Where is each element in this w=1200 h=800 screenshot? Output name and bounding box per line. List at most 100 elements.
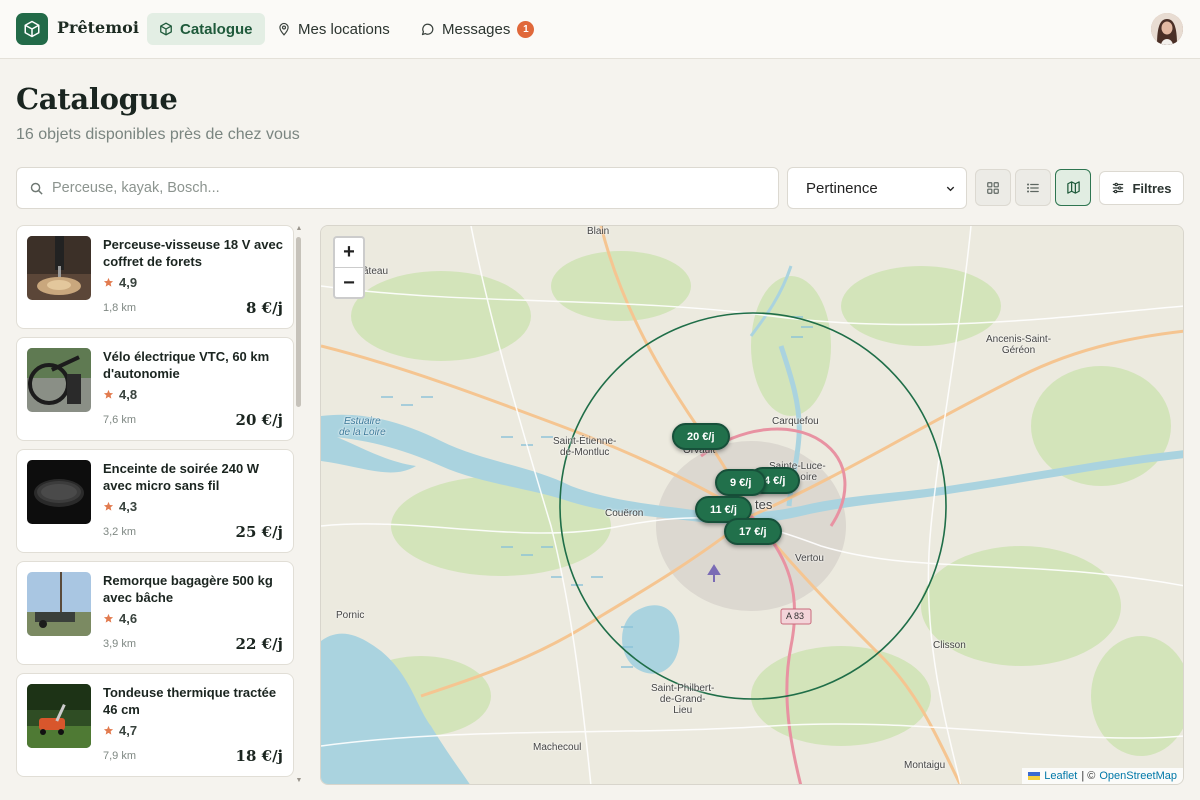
map-pin-icon <box>279 22 289 36</box>
item-rating-value: 4,9 <box>119 275 138 290</box>
nav-my-rentals[interactable]: Mes locations <box>265 13 402 45</box>
star-icon <box>103 389 114 399</box>
map-attribution: Leaflet | © OpenStreetMap <box>1022 768 1183 784</box>
star-icon <box>103 725 114 735</box>
zoom-out-button[interactable]: − <box>335 268 363 298</box>
place-label: Ancenis-Saint- Géréon <box>986 334 1052 356</box>
price-map-marker[interactable]: 17 €/j <box>724 518 782 545</box>
messages-count-badge: 1 <box>517 20 535 38</box>
zoom-in-button[interactable]: + <box>335 238 363 268</box>
item-title[interactable]: Enceinte de soirée 240 W avec micro sans… <box>103 461 283 494</box>
map-view-button[interactable] <box>1055 169 1091 206</box>
item-price: 20 €/j <box>235 411 283 429</box>
brand-name[interactable]: Prêtemoi <box>57 18 139 37</box>
item-distance: 1,8 km <box>103 302 137 314</box>
item-thumbnail <box>27 348 91 412</box>
openstreetmap-link[interactable]: OpenStreetMap <box>1099 770 1177 782</box>
item-price: 22 €/j <box>235 635 283 653</box>
leaflet-link[interactable]: Leaflet <box>1044 770 1077 782</box>
sliders-icon <box>1113 182 1124 194</box>
list-item[interactable]: Perceuse-visseuse 18 V avec coffret de f… <box>16 225 294 329</box>
place-label: Montaigu <box>904 760 946 771</box>
place-label: Clisson <box>933 640 966 651</box>
scroll-down-arrow-icon[interactable]: ▼ <box>295 777 303 785</box>
item-title[interactable]: Perceuse-visseuse 18 V avec coffret de f… <box>103 237 283 270</box>
list-item[interactable]: Vélo électrique VTC, 60 km d'autonomie 4… <box>16 337 294 441</box>
map-tiles[interactable] <box>321 226 1184 785</box>
item-title[interactable]: Tondeuse thermique tractée 46 cm <box>103 685 283 718</box>
item-list[interactable]: Perceuse-visseuse 18 V avec coffret de f… <box>16 225 294 785</box>
item-distance: 3,9 km <box>103 638 137 650</box>
place-label: Pornic <box>336 610 365 621</box>
star-icon <box>103 613 114 623</box>
item-rating-value: 4,8 <box>119 387 138 402</box>
item-price: 8 €/j <box>245 299 283 317</box>
place-label: Machecoul <box>533 742 582 753</box>
search-input[interactable] <box>52 180 752 196</box>
item-rating-value: 4,6 <box>119 611 138 626</box>
nav-catalogue[interactable]: Catalogue <box>147 13 265 45</box>
place-label: Saint-Étienne- de-Montluc <box>553 436 617 458</box>
scroll-up-arrow-icon[interactable]: ▲ <box>295 225 303 233</box>
place-label: Vertou <box>795 553 824 564</box>
item-rating: 4,9 <box>103 275 137 290</box>
list-item[interactable]: Remorque bagagère 500 kg avec bâche 4,6 … <box>16 561 294 665</box>
place-label: Saint-Philbert- de-Grand- Lieu <box>651 683 715 716</box>
logo-box-icon[interactable] <box>16 13 48 45</box>
top-navigation-bar: Prêtemoi Catalogue Mes locations Message… <box>0 0 1200 59</box>
place-label: Couëron <box>605 508 644 519</box>
list-item[interactable]: Tondeuse thermique tractée 46 cm 4,7 7,9… <box>16 673 294 777</box>
item-price: 25 €/j <box>235 523 283 541</box>
place-label: Carquefou <box>772 416 819 427</box>
search-box[interactable] <box>16 167 779 209</box>
sort-select[interactable]: Pertinence <box>787 167 967 209</box>
ukraine-flag-icon <box>1028 772 1041 780</box>
zoom-control: + − <box>333 236 365 299</box>
filters-label: Filtres <box>1132 180 1172 196</box>
place-label: Blain <box>587 226 610 237</box>
nav-catalogue-label: Catalogue <box>180 20 253 38</box>
price-map-marker[interactable]: 20 €/j <box>672 423 730 450</box>
item-rating: 4,7 <box>103 723 137 738</box>
grid-view-button[interactable] <box>975 169 1011 206</box>
grid-icon <box>987 181 999 194</box>
map-icon <box>1066 181 1080 194</box>
nav-messages-label: Messages <box>442 20 511 38</box>
item-rating-value: 4,3 <box>119 499 138 514</box>
place-label: âteau <box>363 266 389 277</box>
item-distance: 7,9 km <box>103 750 137 762</box>
list-view-button[interactable] <box>1015 169 1051 206</box>
nav-my-rentals-label: Mes locations <box>298 20 390 38</box>
item-rating: 4,3 <box>103 499 137 514</box>
list-icon <box>1026 182 1039 193</box>
star-icon <box>103 501 114 511</box>
price-map-marker[interactable]: 9 €/j <box>715 469 767 496</box>
item-thumbnail <box>27 684 91 748</box>
item-title[interactable]: Vélo électrique VTC, 60 km d'autonomie <box>103 349 283 382</box>
item-title[interactable]: Remorque bagagère 500 kg avec bâche <box>103 573 283 606</box>
nav-messages[interactable]: Messages 1 <box>408 13 546 45</box>
item-rating: 4,8 <box>103 387 137 402</box>
item-thumbnail <box>27 460 91 524</box>
user-avatar[interactable] <box>1151 13 1183 45</box>
item-thumbnail <box>27 236 91 300</box>
sort-selected-value: Pertinence <box>806 179 878 197</box>
scrollbar-thumb[interactable] <box>296 237 301 407</box>
map-view[interactable]: Blain âteau Ancenis-Saint- Géréon Estuai… <box>320 225 1184 785</box>
road-shield-label: A 83 <box>786 611 805 621</box>
item-distance: 3,2 km <box>103 526 137 538</box>
item-thumbnail <box>27 572 91 636</box>
chevron-down-icon <box>946 186 955 191</box>
search-icon <box>30 182 43 195</box>
chat-bubble-icon <box>421 23 434 35</box>
list-scrollbar[interactable]: ▲ ▼ <box>295 225 303 785</box>
item-rating-value: 4,7 <box>119 723 138 738</box>
star-icon <box>103 277 114 287</box>
item-rating: 4,6 <box>103 611 137 626</box>
page-title: Catalogue <box>16 82 178 116</box>
item-distance: 7,6 km <box>103 414 137 426</box>
filters-button[interactable]: Filtres <box>1099 171 1184 205</box>
item-price: 18 €/j <box>235 747 283 765</box>
place-label: tes <box>755 497 773 512</box>
list-item[interactable]: Enceinte de soirée 240 W avec micro sans… <box>16 449 294 553</box>
